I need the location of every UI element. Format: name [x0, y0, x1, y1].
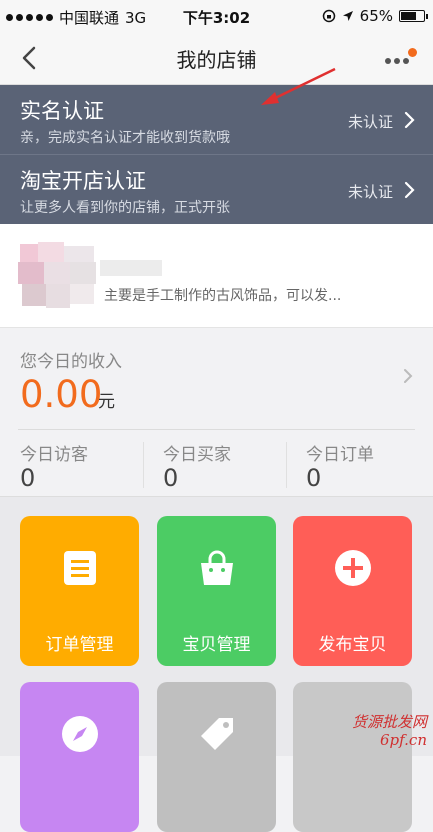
auth-title: 实名认证	[20, 99, 104, 123]
tile-label: 订单管理	[45, 635, 114, 655]
chevron-right-icon	[404, 181, 415, 199]
divider	[143, 442, 144, 488]
pointer-arrow-icon	[261, 67, 336, 105]
real-name-auth-row[interactable]: 实名认证 亲，完成实名认证才能收到货款哦 未认证	[0, 67, 433, 154]
income-label: 您今日的收入	[20, 352, 122, 372]
notification-badge	[408, 48, 417, 57]
tile-label: 宝贝管理	[182, 635, 251, 655]
shop-card[interactable]: 主要是手工制作的古风饰品，可以发...	[0, 224, 433, 328]
stat-visitors[interactable]: 今日访客 0	[0, 430, 140, 496]
more-dots-icon	[385, 58, 391, 64]
stat-value: 0	[306, 464, 322, 492]
compass-icon	[61, 716, 98, 752]
income-unit: 元	[98, 392, 115, 412]
auth-subtitle: 亲，完成实名认证才能收到货款哦	[20, 130, 230, 146]
watermark-line2: 6pf.cn	[380, 731, 427, 749]
grid-tile[interactable]	[293, 682, 412, 832]
income-value: 0.00	[20, 373, 103, 416]
blurred-shop-name	[100, 260, 162, 276]
stat-label: 今日访客	[20, 445, 88, 465]
tag-icon	[200, 718, 233, 750]
battery-icon	[399, 10, 428, 22]
chevron-right-icon	[404, 111, 415, 129]
today-stats: 今日访客 0 今日买家 0 今日订单 0	[0, 430, 433, 496]
more-button[interactable]	[383, 46, 417, 72]
tag-tile[interactable]	[157, 682, 276, 832]
rotation-lock-icon	[322, 9, 335, 23]
shop-description: 主要是手工制作的古风饰品，可以发...	[104, 288, 342, 304]
page-title: 我的店铺	[176, 48, 257, 72]
taobao-shop-auth-row[interactable]: 淘宝开店认证 让更多人看到你的店铺，正式开张 未认证	[0, 155, 433, 224]
auth-subtitle: 让更多人看到你的店铺，正式开张	[20, 200, 230, 216]
stat-buyers[interactable]: 今日买家 0	[143, 430, 283, 496]
chevron-right-icon	[404, 369, 413, 383]
publish-item-tile[interactable]: 发布宝贝	[293, 516, 412, 666]
more-dot	[394, 58, 400, 64]
battery-percent: 65%	[359, 7, 393, 25]
stat-orders[interactable]: 今日订单 0	[286, 430, 426, 496]
watermark-line1: 货源批发网	[351, 713, 427, 731]
stat-value: 0	[163, 464, 179, 492]
status-bar: 中国联通 3G 下午3:02 65%	[0, 0, 433, 32]
shopping-bag-icon	[200, 550, 233, 585]
item-management-tile[interactable]: 宝贝管理	[157, 516, 276, 666]
order-management-tile[interactable]: 订单管理	[20, 516, 139, 666]
auth-status: 未认证	[347, 183, 393, 201]
order-list-icon	[63, 551, 96, 585]
shop-avatar	[18, 234, 98, 314]
divider	[286, 442, 287, 488]
tile-label: 发布宝贝	[318, 635, 387, 655]
plus-circle-icon	[334, 550, 371, 586]
auth-status: 未认证	[347, 113, 393, 131]
income-section[interactable]: 您今日的收入 0.00 元	[0, 335, 433, 430]
stat-label: 今日买家	[163, 445, 231, 465]
navigation-bar: 我的店铺	[0, 32, 433, 85]
more-dot	[403, 58, 409, 64]
location-arrow-icon	[342, 11, 353, 21]
watermark: 货源批发网 6pf.cn	[352, 713, 427, 749]
auth-title: 淘宝开店认证	[20, 169, 146, 193]
stat-label: 今日订单	[306, 445, 374, 465]
stat-value: 0	[20, 464, 36, 492]
compass-tile[interactable]	[20, 682, 139, 832]
